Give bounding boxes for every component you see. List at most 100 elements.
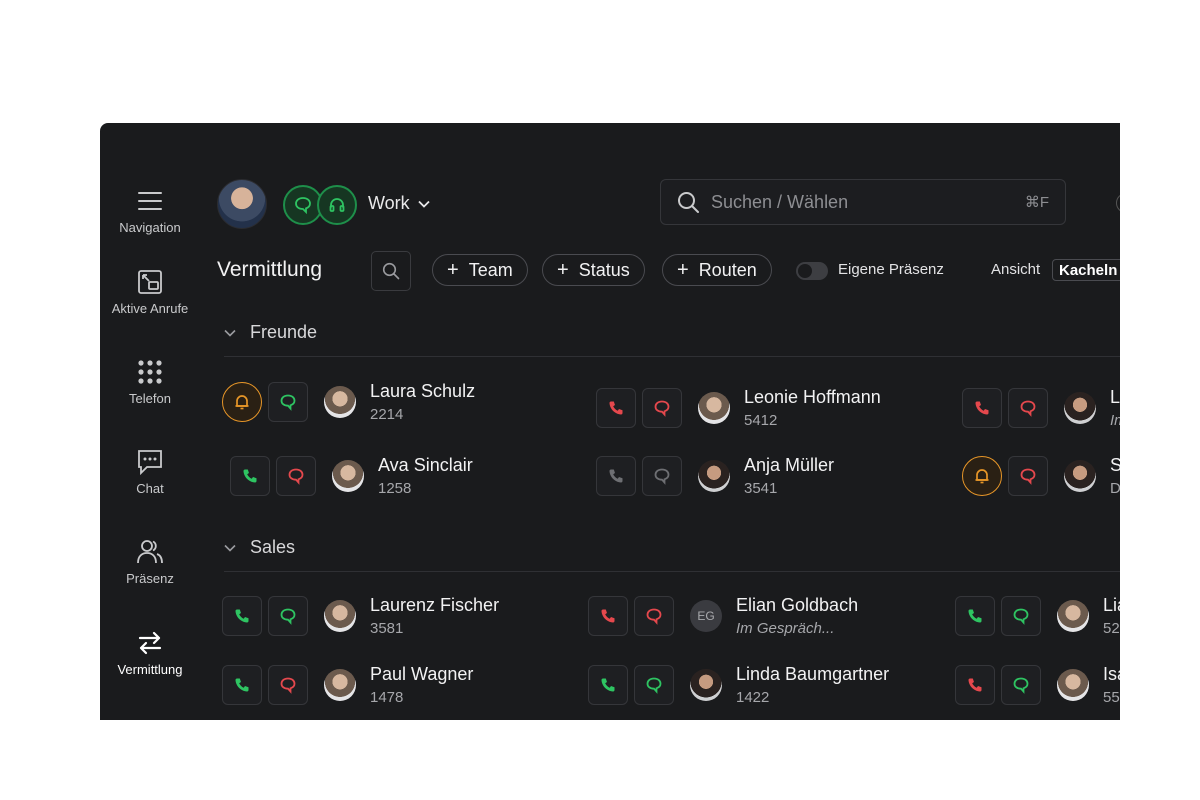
group-header-sales[interactable]: Sales: [224, 537, 295, 558]
avatar: [1064, 392, 1096, 424]
phone-icon: [601, 678, 615, 692]
contact-tile[interactable]: Laurenz Fischer 3581: [222, 594, 499, 638]
contact-extension: 55: [1103, 689, 1120, 706]
contact-tile[interactable]: Isa 55: [955, 663, 1120, 707]
view-select[interactable]: Kacheln: [1052, 259, 1120, 281]
group-header-freunde[interactable]: Freunde: [224, 322, 317, 343]
contact-tile[interactable]: Ava Sinclair 1258: [230, 454, 473, 498]
chat-button[interactable]: [276, 456, 316, 496]
call-button[interactable]: [222, 596, 262, 636]
profile-selector[interactable]: Work: [368, 193, 430, 214]
phone-icon: [975, 401, 989, 415]
chat-bubble-icon: [654, 468, 670, 485]
filter-search-button[interactable]: [371, 251, 411, 291]
sidebar-item-label: Chat: [136, 481, 164, 496]
plus-icon: +: [677, 259, 689, 281]
avatar: [324, 669, 356, 701]
chat-bubble-icon: [1013, 677, 1029, 694]
phone-icon: [968, 609, 982, 623]
call-button[interactable]: [588, 596, 628, 636]
contact-name: Linda Baumgartner: [736, 664, 890, 684]
chat-button[interactable]: [642, 456, 682, 496]
contact-extension: 5412: [744, 412, 778, 429]
call-button[interactable]: [955, 596, 995, 636]
phone-icon: [243, 469, 257, 483]
avatar: [698, 460, 730, 492]
chat-button[interactable]: [642, 388, 682, 428]
call-button[interactable]: [230, 456, 270, 496]
ringing-button[interactable]: [222, 382, 262, 422]
sidebar-item-telefon[interactable]: Telefon: [100, 357, 200, 406]
chat-bubble-icon: [288, 468, 304, 485]
sidebar-item-active-calls[interactable]: Aktive Anrufe: [100, 267, 200, 316]
call-button[interactable]: [222, 665, 262, 705]
status-indicator[interactable]: [283, 185, 357, 225]
contact-tile[interactable]: Anja Müller 3541: [596, 454, 834, 498]
contact-extension: DN: [1110, 480, 1120, 497]
chat-button[interactable]: [268, 382, 308, 422]
add-team-button[interactable]: + Team: [432, 254, 528, 286]
sidebar-item-chat[interactable]: Chat: [100, 447, 200, 496]
phone-icon: [601, 609, 615, 623]
chip-label: Status: [578, 259, 630, 280]
user-avatar[interactable]: [217, 179, 267, 229]
ringing-button[interactable]: [962, 456, 1002, 496]
contact-extension: 3581: [370, 620, 404, 637]
contact-tile[interactable]: Linda Baumgartner 1422: [588, 663, 889, 707]
call-button[interactable]: [596, 456, 636, 496]
chat-button[interactable]: [1008, 388, 1048, 428]
contact-tile[interactable]: Paul Wagner 1478: [222, 663, 473, 707]
contact-extension: 1422: [736, 689, 770, 706]
chip-label: Routen: [698, 259, 757, 280]
contact-tile[interactable]: Leonie Hoffmann 5412: [596, 386, 881, 430]
chat-button[interactable]: [634, 596, 674, 636]
contact-name: Lia: [1103, 595, 1120, 615]
contact-tile[interactable]: Laura Schulz 2214: [222, 380, 475, 424]
call-button[interactable]: [596, 388, 636, 428]
own-presence-toggle[interactable]: [796, 262, 828, 280]
contact-name: Anja Müller: [744, 455, 835, 475]
sidebar-item-label: Präsenz: [126, 571, 174, 586]
call-button[interactable]: [588, 665, 628, 705]
contact-name: Elian Goldbach: [736, 595, 859, 615]
contact-extension: 3541: [744, 480, 778, 497]
sidebar-item-vermittlung[interactable]: Vermittlung: [100, 628, 200, 677]
call-button[interactable]: [955, 665, 995, 705]
phone-icon: [968, 678, 982, 692]
avatar: [1057, 669, 1089, 701]
contact-tile[interactable]: Lia 52: [955, 594, 1120, 638]
contact-tile[interactable]: Li Im: [962, 386, 1120, 430]
headset-status-icon: [317, 185, 357, 225]
contact-name: Paul Wagner: [370, 664, 474, 684]
avatar: [1064, 460, 1096, 492]
contact-name: Isa: [1103, 664, 1120, 684]
search-placeholder: Suchen / Wählen: [711, 191, 849, 212]
chat-button[interactable]: [1001, 665, 1041, 705]
add-routes-button[interactable]: + Routen: [662, 254, 772, 286]
sidebar-item-praesenz[interactable]: Präsenz: [100, 537, 200, 586]
chat-button[interactable]: [268, 596, 308, 636]
avatar: [324, 600, 356, 632]
sidebar-item-navigation[interactable]: Navigation: [100, 186, 200, 235]
chat-button[interactable]: [634, 665, 674, 705]
contact-status: Im Gespräch...: [736, 620, 835, 637]
search-dial-input[interactable]: Suchen / Wählen ⌘F: [660, 179, 1066, 225]
transfer-icon: [135, 628, 165, 658]
chat-button[interactable]: [1001, 596, 1041, 636]
add-status-button[interactable]: + Status: [542, 254, 645, 286]
chat-bubble-icon: [646, 677, 662, 694]
contact-name: Laura Schulz: [370, 381, 476, 401]
avatar: [690, 669, 722, 701]
view-label: Ansicht: [991, 261, 1041, 278]
chat-bubble-icon: [280, 608, 296, 625]
contact-tile[interactable]: So DN: [962, 454, 1120, 498]
call-button[interactable]: [962, 388, 1002, 428]
chevron-down-icon: [224, 544, 236, 552]
chat-bubble-icon: [280, 394, 296, 411]
contact-tile[interactable]: EG Elian Goldbach Im Gespräch...: [588, 594, 858, 638]
chat-button[interactable]: [1008, 456, 1048, 496]
contact-name: Li: [1110, 387, 1120, 407]
chat-button[interactable]: [268, 665, 308, 705]
cut-off-icon[interactable]: [1116, 193, 1120, 213]
contact-name: Ava Sinclair: [378, 455, 473, 475]
